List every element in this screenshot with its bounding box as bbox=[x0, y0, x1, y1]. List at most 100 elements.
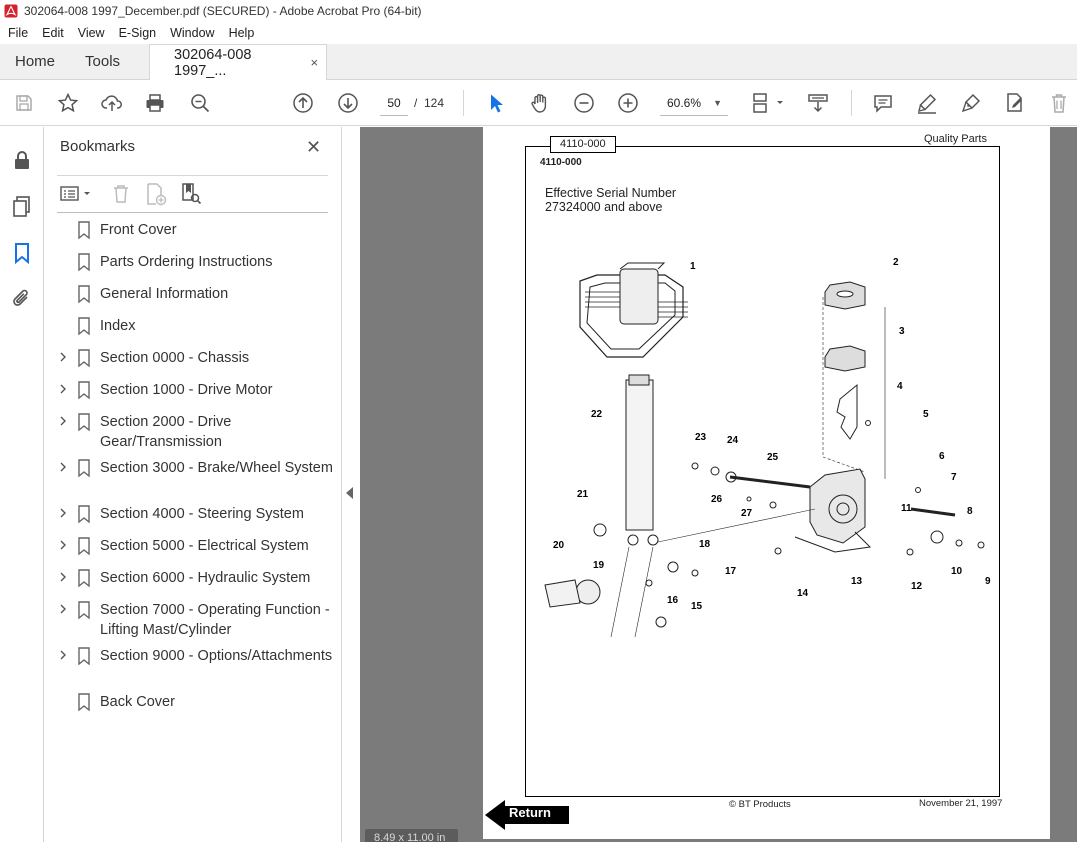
close-tab-icon[interactable]: × bbox=[310, 55, 318, 70]
tab-document[interactable]: 302064-008 1997_... × bbox=[149, 44, 328, 80]
bookmark-label: General Information bbox=[100, 286, 229, 302]
part-number-label: 22 bbox=[591, 409, 603, 420]
bookmark-label: Front Cover bbox=[100, 222, 177, 238]
attachments-icon[interactable] bbox=[10, 287, 34, 311]
bookmarks-panel: Bookmarks ✕ Front Cover Parts Ordering In… bbox=[44, 127, 342, 842]
pdf-page: 4110-000 4110-000 Quality Parts Effectiv… bbox=[483, 127, 1050, 839]
page-count: 124 bbox=[424, 96, 445, 110]
chevron-right-icon[interactable] bbox=[58, 648, 68, 662]
page-date: November 21, 1997 bbox=[919, 798, 1003, 809]
bookmark-icon bbox=[78, 253, 90, 271]
document-area[interactable]: 4110-000 4110-000 Quality Parts Effectiv… bbox=[360, 127, 1077, 842]
part-number-label: 21 bbox=[577, 489, 589, 500]
bookmark-label: Section 5000 - Electrical System bbox=[100, 538, 309, 554]
page-down-icon[interactable] bbox=[336, 91, 360, 115]
pages-icon[interactable] bbox=[10, 194, 34, 218]
sign-icon[interactable] bbox=[959, 91, 983, 115]
menu-window[interactable]: Window bbox=[162, 26, 220, 40]
save-icon[interactable] bbox=[12, 91, 36, 115]
part-number-label: 19 bbox=[593, 560, 605, 571]
bookmark-label: Back Cover bbox=[100, 694, 175, 710]
hand-icon[interactable] bbox=[528, 91, 552, 115]
bookmark-label: Parts Ordering Instructions bbox=[100, 254, 273, 270]
find-bookmark-icon[interactable] bbox=[179, 182, 203, 206]
part-number-label: 12 bbox=[911, 581, 923, 592]
page-separator: / bbox=[414, 96, 418, 110]
effective-serial-value: 27324000 and above bbox=[545, 200, 663, 214]
tab-tools[interactable]: Tools bbox=[70, 43, 135, 79]
options-menu-icon[interactable] bbox=[59, 182, 93, 206]
delete-bookmark-icon[interactable] bbox=[109, 182, 133, 206]
print-icon[interactable] bbox=[143, 91, 167, 115]
part-number-label: 15 bbox=[691, 601, 703, 612]
bookmark-label: Section 1000 - Drive Motor bbox=[100, 382, 273, 398]
bookmarks-icon[interactable] bbox=[10, 241, 34, 265]
toolbar-divider bbox=[851, 90, 852, 116]
bookmark-icon bbox=[78, 459, 90, 477]
scroll-mode-icon[interactable] bbox=[806, 91, 830, 115]
collapse-panel-icon[interactable] bbox=[346, 487, 354, 499]
menu-help[interactable]: Help bbox=[221, 26, 261, 40]
parts-diagram: 1 234567891011121314151617181920212223 242… bbox=[544, 257, 991, 638]
bookmark-label: Section 6000 - Hydraulic System bbox=[100, 570, 311, 586]
highlight-icon[interactable] bbox=[915, 91, 939, 115]
chevron-right-icon[interactable] bbox=[58, 382, 68, 396]
bookmark-icon bbox=[78, 317, 90, 335]
return-label: Return bbox=[509, 805, 551, 820]
page-number-input[interactable]: 50 bbox=[380, 90, 408, 116]
chevron-right-icon[interactable] bbox=[58, 570, 68, 584]
chevron-right-icon[interactable] bbox=[58, 414, 68, 428]
upload-icon[interactable] bbox=[100, 91, 124, 115]
part-number-label: 5 bbox=[923, 409, 929, 420]
menu-view[interactable]: View bbox=[70, 26, 111, 40]
acrobat-icon bbox=[4, 4, 18, 18]
part-number-label: 4 bbox=[897, 381, 903, 392]
page-up-icon[interactable] bbox=[291, 91, 315, 115]
vertical-scrollbar[interactable] bbox=[1070, 127, 1077, 842]
page-size-badge: 8.49 x 11.00 in bbox=[365, 829, 458, 842]
chevron-right-icon[interactable] bbox=[58, 460, 68, 474]
bookmark-icon bbox=[78, 221, 90, 239]
part-number-label: 10 bbox=[951, 566, 963, 577]
menu-esign[interactable]: E-Sign bbox=[111, 26, 163, 40]
delete-icon[interactable] bbox=[1047, 91, 1071, 115]
chevron-right-icon[interactable] bbox=[58, 538, 68, 552]
bookmark-icon bbox=[78, 569, 90, 587]
bookmark-icon bbox=[78, 537, 90, 555]
zoom-in-icon[interactable] bbox=[616, 91, 640, 115]
part-number-label: 24 bbox=[727, 435, 739, 446]
bookmark-star-icon[interactable] bbox=[56, 91, 80, 115]
edit-pdf-icon[interactable] bbox=[1003, 91, 1027, 115]
part-number-label: 14 bbox=[797, 588, 809, 599]
bookmark-icon bbox=[78, 693, 90, 711]
tab-home[interactable]: Home bbox=[0, 43, 70, 79]
bookmark-label: Section 4000 - Steering System bbox=[100, 506, 304, 522]
menu-file[interactable]: File bbox=[0, 26, 34, 40]
select-arrow-icon[interactable] bbox=[484, 91, 508, 115]
zoom-level-select[interactable]: 60.6% ▼ bbox=[660, 90, 728, 116]
part-number-label: 8 bbox=[967, 506, 973, 517]
close-panel-icon[interactable]: ✕ bbox=[306, 137, 322, 157]
lock-icon[interactable] bbox=[10, 148, 34, 172]
chevron-down-icon: ▼ bbox=[713, 98, 722, 108]
menu-edit[interactable]: Edit bbox=[34, 26, 70, 40]
window-title: 302064-008 1997_December.pdf (SECURED) -… bbox=[24, 4, 422, 18]
chevron-right-icon[interactable] bbox=[58, 506, 68, 520]
bookmark-icon bbox=[78, 647, 90, 665]
part-number-label: 9 bbox=[985, 576, 991, 587]
copyright-text: © BT Products bbox=[729, 799, 791, 810]
chevron-right-icon[interactable] bbox=[58, 602, 68, 616]
bookmark-icon bbox=[78, 349, 90, 367]
bookmark-icon bbox=[78, 413, 90, 431]
page-fit-icon[interactable] bbox=[750, 91, 786, 115]
part-number-label: 18 bbox=[699, 539, 711, 550]
bookmark-label: Section 7000 - Operating Function - Lift… bbox=[100, 602, 330, 638]
new-bookmark-icon[interactable] bbox=[143, 182, 167, 206]
toolbar: 50 / 124 60.6% ▼ bbox=[0, 80, 1077, 126]
comment-icon[interactable] bbox=[871, 91, 895, 115]
chevron-right-icon[interactable] bbox=[58, 350, 68, 364]
part-number-label: 25 bbox=[767, 452, 779, 463]
return-button[interactable]: Return bbox=[485, 799, 571, 831]
zoom-out-icon[interactable] bbox=[572, 91, 596, 115]
zoom-search-icon[interactable] bbox=[188, 91, 212, 115]
